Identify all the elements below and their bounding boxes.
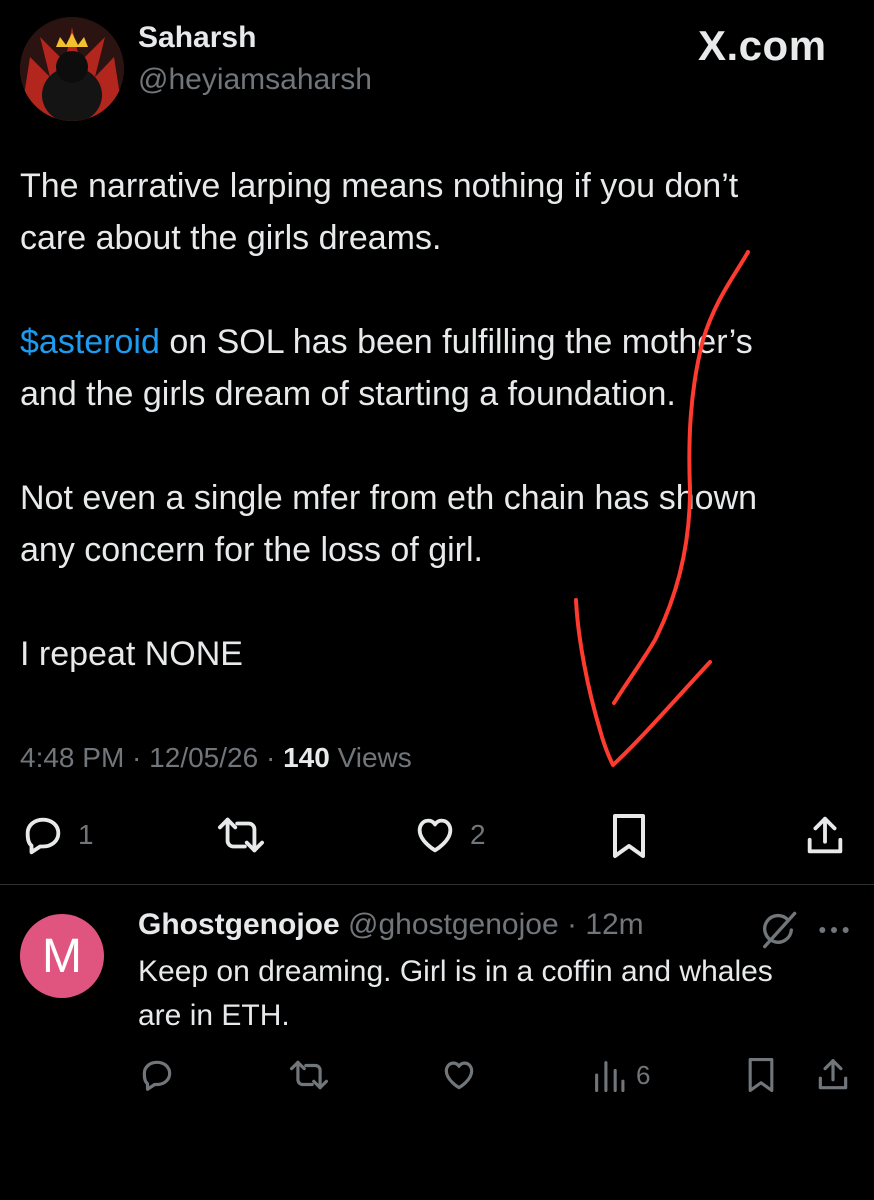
reply-time: 12m: [585, 908, 644, 941]
reply-views-count: 6: [636, 1059, 651, 1090]
tweet-meta: 4:48 PM · 12/05/26 · 140 Views: [20, 742, 412, 773]
cashtag-link[interactable]: $asteroid: [20, 323, 160, 361]
bookmark-button[interactable]: [607, 812, 651, 860]
reply-line: Keep on dreaming. Girl is in a coffin an…: [138, 955, 773, 988]
tweet-date: 12/05/26: [149, 742, 259, 773]
more-icon[interactable]: [814, 910, 854, 950]
repost-icon: [288, 1056, 330, 1094]
reply-repost-button[interactable]: [288, 1056, 330, 1094]
reply-bookmark-button[interactable]: [744, 1056, 778, 1094]
brand-logo: X.com: [698, 22, 827, 69]
tweet-line: and the girls dream of starting a founda…: [20, 375, 676, 413]
reply-author-name[interactable]: Ghostgenojoe: [138, 908, 340, 941]
tweet-line: any concern for the loss of girl.: [20, 531, 484, 569]
author-avatar[interactable]: [20, 17, 124, 121]
reply-reply-button[interactable]: [138, 1056, 176, 1094]
reply-author-handle[interactable]: @ghostgenojoe: [348, 908, 559, 941]
reply-header: Ghostgenojoe @ghostgenojoe · 12m: [138, 908, 644, 941]
reply-views-button[interactable]: 6: [592, 1056, 650, 1094]
like-button[interactable]: 2: [412, 812, 486, 858]
heart-icon: [412, 812, 458, 858]
tweet-line: Not even a single mfer from eth chain ha…: [20, 479, 758, 517]
author-name[interactable]: Saharsh: [138, 21, 256, 55]
tweet-text: The narrative larping means nothing if y…: [20, 160, 860, 680]
tweet-time: 4:48 PM: [20, 742, 125, 773]
reply-button[interactable]: 1: [20, 812, 94, 858]
reply-text: Keep on dreaming. Girl is in a coffin an…: [138, 950, 858, 1038]
tweet-line: $asteroid on SOL has been fulfilling the…: [20, 316, 860, 368]
reply-avatar[interactable]: M: [20, 914, 104, 998]
heart-icon: [440, 1056, 478, 1094]
tweet-line: I repeat NONE: [20, 635, 243, 673]
share-icon: [802, 812, 848, 860]
reply-icon: [138, 1056, 176, 1094]
views-count: 140: [283, 742, 330, 773]
reply-share-button[interactable]: [814, 1056, 852, 1094]
author-handle[interactable]: @heyiamsaharsh: [138, 63, 372, 97]
tweet-line: The narrative larping means nothing if y…: [20, 167, 739, 205]
reply-like-button[interactable]: [440, 1056, 478, 1094]
tweet-line: care about the girls dreams.: [20, 219, 442, 257]
reply-line: are in ETH.: [138, 999, 290, 1032]
grok-icon[interactable]: [758, 910, 798, 950]
bookmark-icon: [607, 812, 651, 860]
share-icon: [814, 1056, 852, 1094]
views-label: Views: [337, 742, 412, 773]
views-icon: [592, 1056, 626, 1094]
repost-button[interactable]: [216, 812, 266, 858]
share-button[interactable]: [802, 812, 848, 860]
reply-count: 1: [78, 819, 94, 850]
bookmark-icon: [744, 1056, 778, 1094]
divider: [0, 884, 874, 885]
like-count: 2: [470, 819, 486, 850]
repost-icon: [216, 812, 266, 858]
tweet-line-rest: on SOL has been fulfilling the mother’s: [159, 323, 753, 361]
reply-icon: [20, 812, 66, 858]
